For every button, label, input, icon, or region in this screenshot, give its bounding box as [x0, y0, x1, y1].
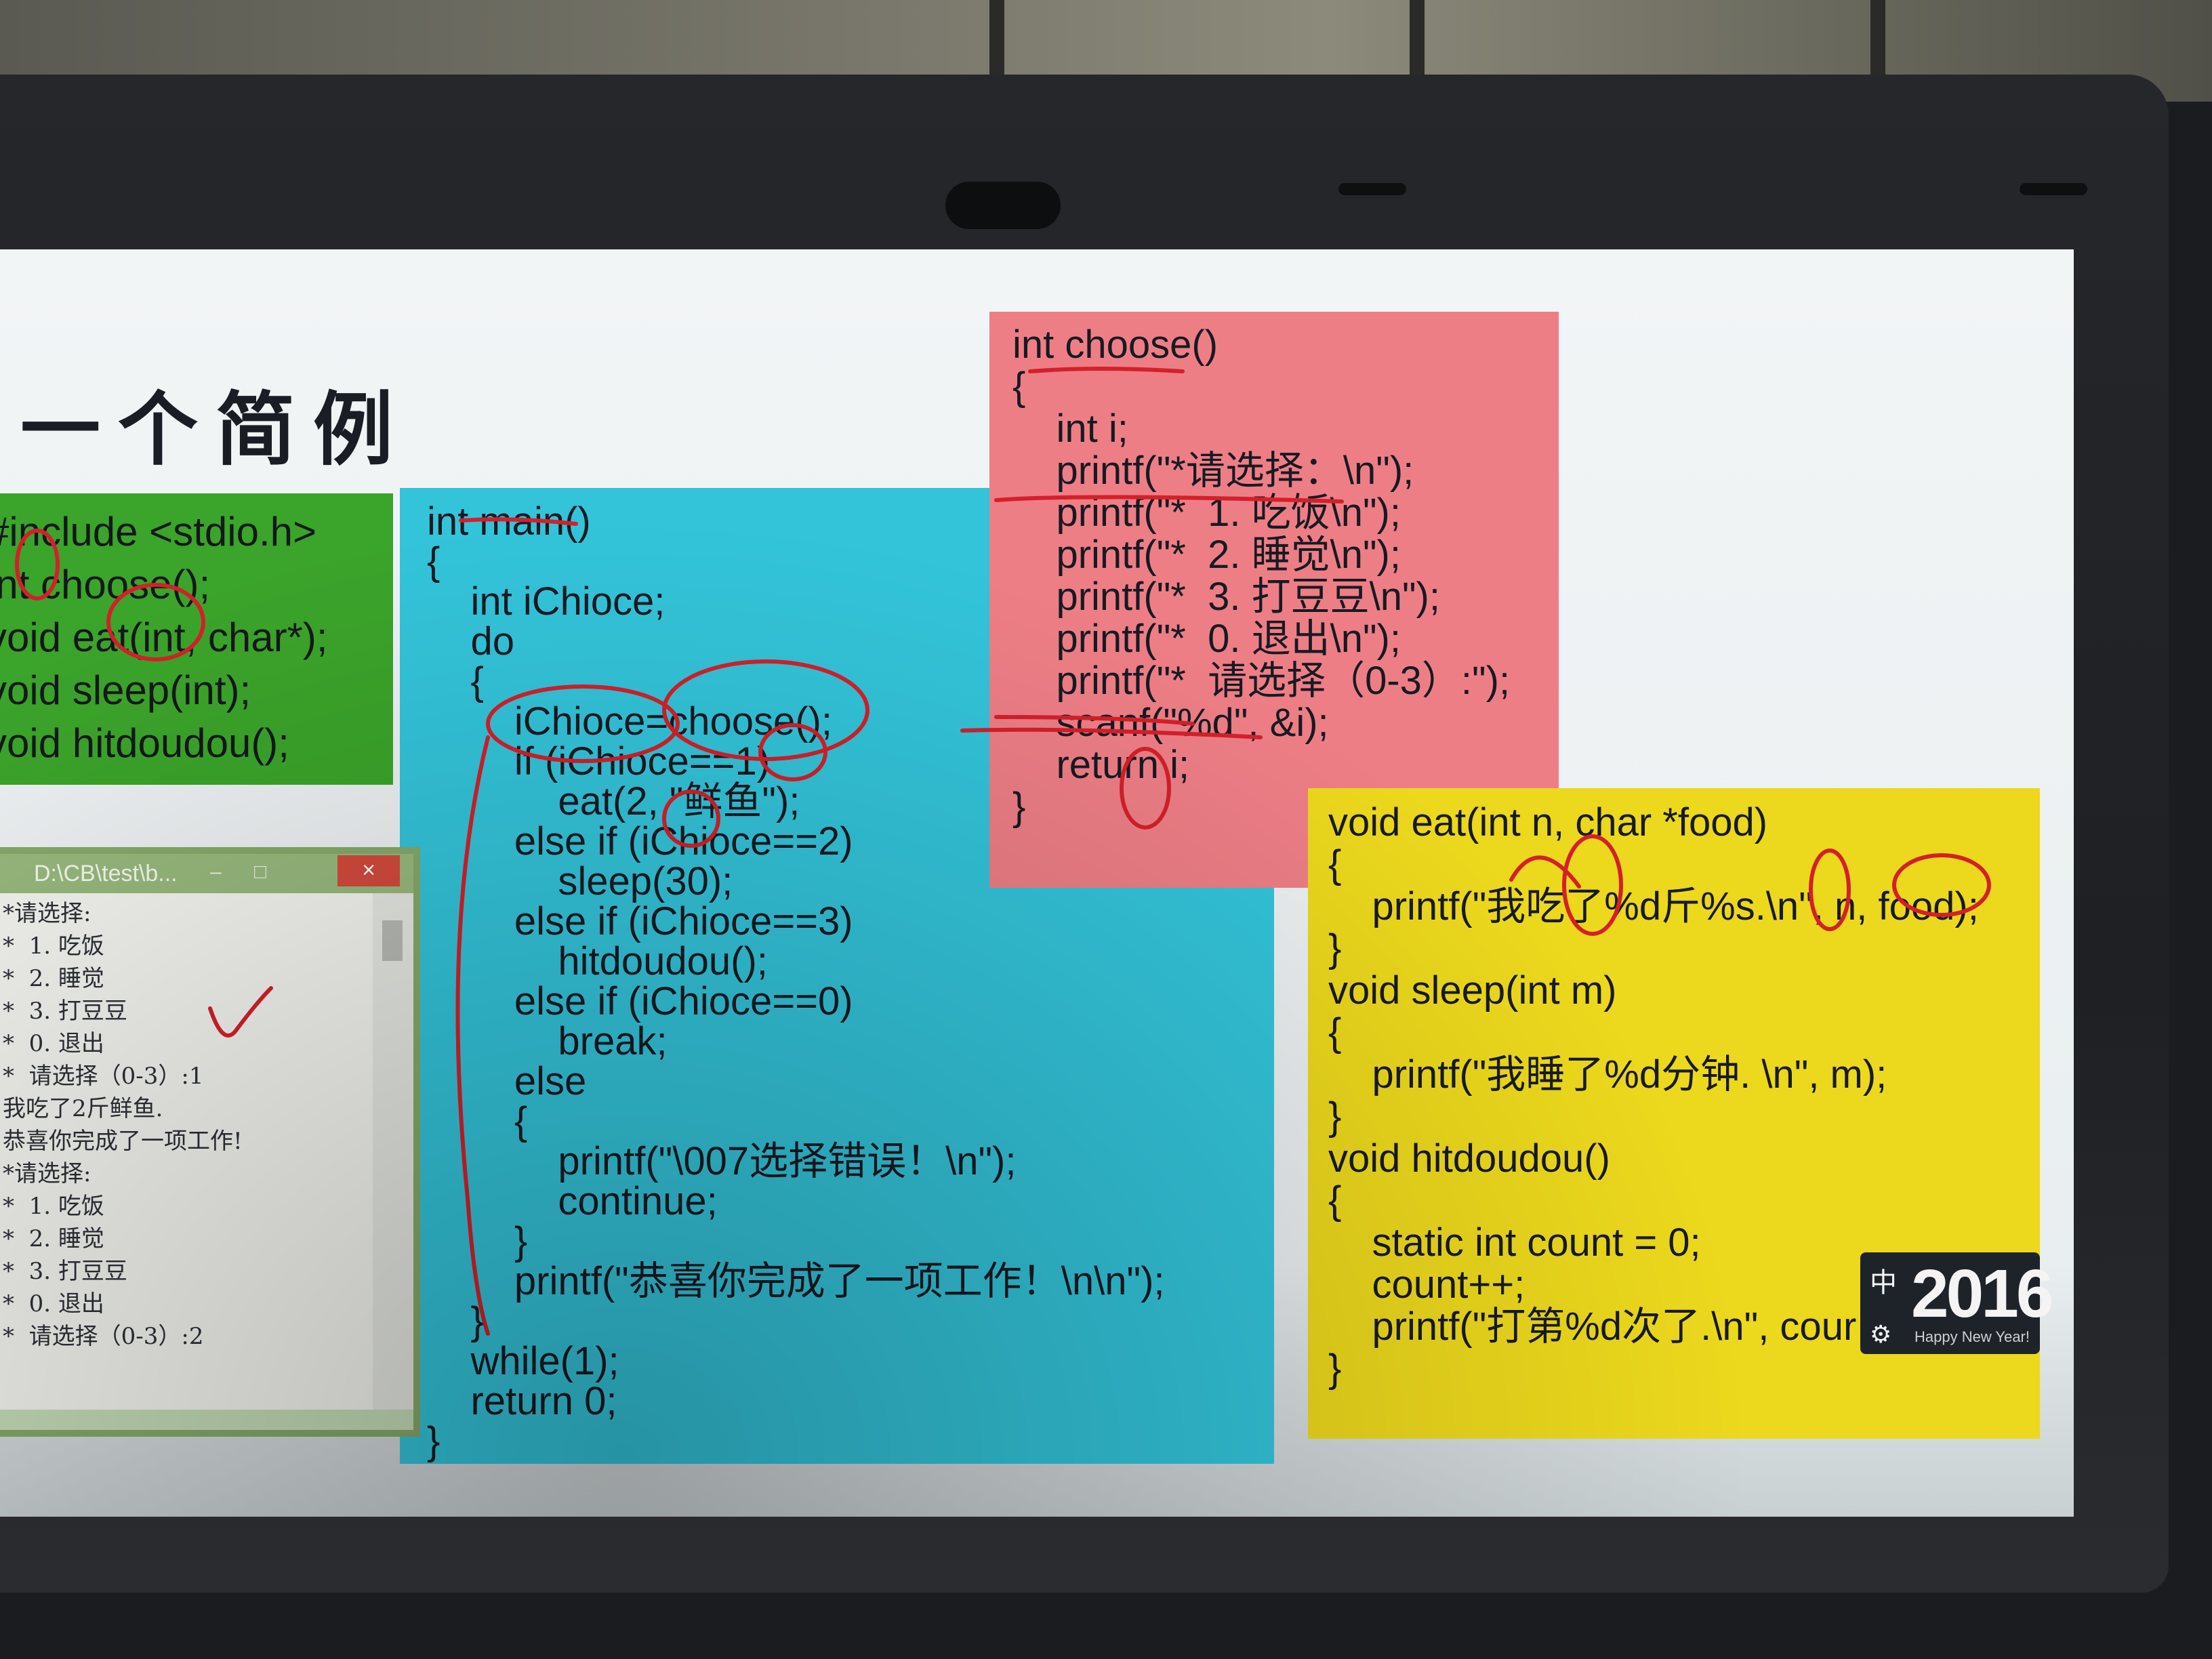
code-line: break; [427, 1019, 668, 1063]
code-line: printf("* 2. 睡觉\n"); [1012, 533, 1401, 577]
console-title: D:\CB\test\b... [34, 861, 178, 886]
console-line: 恭喜你完成了一项工作! [3, 1128, 243, 1155]
laptop-screen: 一个简例 #include <stdio.h> int choose(); void… [0, 249, 2074, 1517]
console-line: * 2. 睡觉 [3, 965, 104, 992]
sensor [2020, 183, 2087, 195]
slide-title: 一个简例 [20, 382, 411, 476]
console-line: *请选择: [3, 900, 91, 927]
code-line: } [1328, 926, 1342, 970]
code-line: continue; [427, 1179, 718, 1223]
code-line: printf("*请选择：\n"); [1012, 449, 1414, 493]
code-line: printf("* 1. 吃饭\n"); [1012, 491, 1401, 535]
console-output: *请选择: * 1. 吃饭 * 2. 睡觉 * 3. 打豆豆 * 0. 退出 * 请选择（… [0, 893, 373, 1410]
code-line: scanf("%d", &i); [1012, 701, 1329, 745]
code-line: printf("* 请选择（0-3）:"); [1012, 659, 1511, 703]
code-line: void hitdoudou() [1328, 1136, 1610, 1181]
code-line: } [427, 1299, 484, 1343]
code-line: { [1012, 365, 1026, 409]
console-window[interactable]: D:\CB\test\b... – □ × *请选择: * 1. 吃饭 * 2. 睡… [0, 847, 420, 1437]
code-line: printf("* 0. 退出\n"); [1012, 617, 1401, 661]
code-line: printf("恭喜你完成了一项工作！\n\n"); [427, 1259, 1165, 1303]
code-line: else [427, 1059, 587, 1103]
console-line: * 请选择（0-3）:1 [3, 1063, 204, 1090]
console-line: * 0. 退出 [3, 1290, 104, 1317]
code-line: int i; [1012, 407, 1128, 451]
code-line: printf("\007选择错误！\n"); [427, 1139, 1017, 1183]
scrollbar-thumb[interactable] [382, 920, 403, 961]
code-line: { [427, 1099, 528, 1143]
declarations-panel: #include <stdio.h> int choose(); void eat(… [0, 493, 393, 785]
declaration-line: int choose(); [0, 562, 211, 607]
console-line: * 1. 吃饭 [3, 1193, 104, 1220]
code-line: return 0; [427, 1379, 617, 1423]
console-line: * 1. 吃饭 [3, 933, 104, 960]
console-line: * 0. 退出 [3, 1030, 104, 1057]
code-line: return i; [1012, 743, 1190, 787]
code-line: printf("我睡了%d分钟. \n", m); [1328, 1052, 1887, 1097]
declaration-line: void eat(int, char*); [0, 615, 328, 660]
code-line: } [1328, 1094, 1342, 1139]
console-scrollbar[interactable] [373, 893, 413, 1410]
close-button[interactable]: × [337, 855, 400, 886]
restore-button[interactable]: □ [254, 861, 266, 884]
console-line: * 请选择（0-3）:2 [3, 1323, 204, 1350]
badge-year: 2016 [1911, 1256, 2053, 1332]
microphone [1338, 183, 1406, 195]
declaration-line: void sleep(int); [0, 668, 251, 713]
declaration-line: #include <stdio.h> [0, 509, 317, 554]
code-line: } [427, 1219, 528, 1263]
console-line: * 3. 打豆豆 [3, 998, 127, 1025]
laptop-bezel: 一个简例 #include <stdio.h> int choose(); void… [0, 75, 2169, 1593]
code-line: else if (iChioce==3) [427, 899, 853, 943]
code-line: { [1328, 842, 1342, 886]
ime-indicator[interactable]: 中 [1870, 1261, 1897, 1300]
code-line: void sleep(int m) [1328, 968, 1617, 1012]
code-line: while(1); [427, 1339, 619, 1383]
new-year-badge[interactable]: 中 ⚙ 2016 Happy New Year! [1860, 1252, 2053, 1354]
code-line: void eat(int n, char *food) [1328, 800, 1768, 844]
code-line: printf("我吃了%d斤%s.\n", n, food); [1328, 884, 1979, 928]
badge-greeting: Happy New Year! [1914, 1328, 2030, 1345]
code-line: { [1328, 1179, 1342, 1223]
console-titlebar[interactable]: D:\CB\test\b... – □ × [0, 854, 413, 893]
console-line: *请选择: [3, 1160, 91, 1187]
code-line: } [427, 1419, 441, 1463]
console-line: * 2. 睡觉 [3, 1225, 104, 1252]
console-line: 我吃了2斤鲜鱼. [3, 1095, 163, 1122]
code-line: hitdoudou(); [427, 939, 768, 983]
code-line: int choose() [1012, 323, 1218, 367]
minimize-button[interactable]: – [210, 861, 222, 884]
code-line: } [1328, 1347, 1342, 1391]
gear-icon[interactable]: ⚙ [1870, 1320, 1891, 1349]
declaration-line: void hitdoudou(); [0, 720, 289, 766]
code-line: else if (iChioce==0) [427, 979, 853, 1023]
webcam [945, 182, 1061, 229]
code-line: printf("* 3. 打豆豆\n"); [1012, 575, 1440, 619]
code-line: { [1328, 1010, 1342, 1054]
console-line: * 3. 打豆豆 [3, 1258, 127, 1285]
